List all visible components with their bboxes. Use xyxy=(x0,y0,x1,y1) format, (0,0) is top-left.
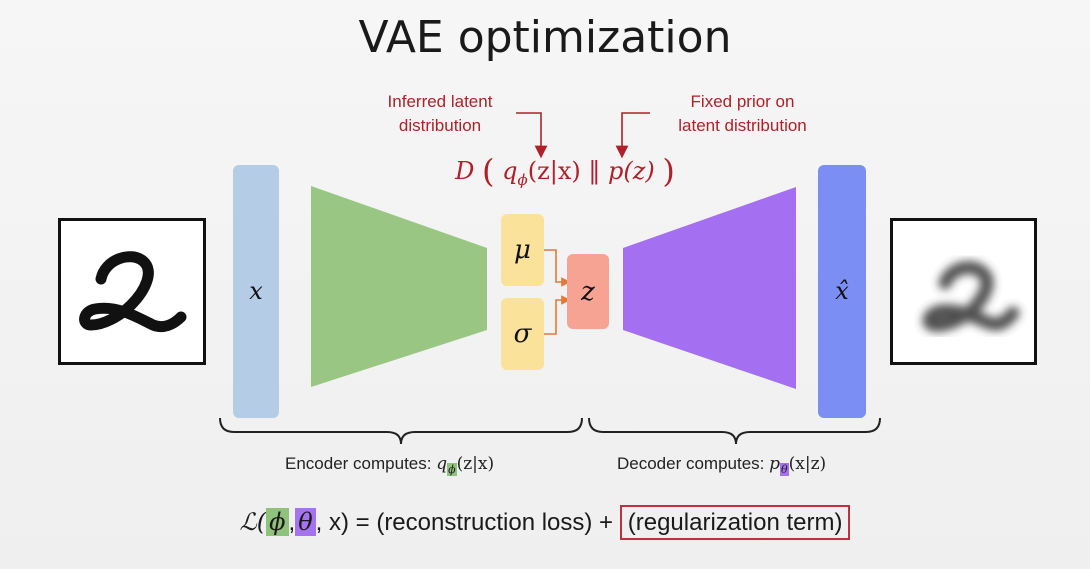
z-box: z xyxy=(567,254,609,329)
encoder-phi: ϕ xyxy=(447,463,457,477)
input-digit-image xyxy=(58,218,206,365)
kl-prior: p(z) xyxy=(608,157,655,185)
mu-to-z-connector xyxy=(544,249,571,287)
kl-close-paren: ) xyxy=(662,152,675,190)
decoder-p: p xyxy=(769,454,781,474)
input-digit-drawing xyxy=(79,251,187,333)
output-digit-drawing xyxy=(922,261,1020,332)
kl-divergence-symbol: D xyxy=(455,157,475,185)
sigma-to-z-connector xyxy=(544,295,571,335)
encoder-q: q xyxy=(436,454,448,474)
output-xhat-bar: x̂ xyxy=(818,165,866,418)
loss-equation: ℒ(ϕ, θ, x) = (reconstruction loss) + (reg… xyxy=(0,505,1090,540)
encoder-trapezoid xyxy=(311,186,487,387)
decoder-args: (x|z) xyxy=(788,454,827,474)
decoder-caption-prefix: Decoder computes: xyxy=(617,454,765,473)
mu-box: μ xyxy=(501,214,544,286)
output-digit-image xyxy=(890,218,1037,365)
decoder-theta: θ xyxy=(780,463,789,477)
decoder-caption: Decoder computes: pθ(x|z) xyxy=(617,454,827,477)
input-x-label: x xyxy=(249,277,263,305)
kl-open-paren: ( xyxy=(482,152,495,190)
input-x-bar: x xyxy=(233,165,279,418)
loss-L: ℒ( xyxy=(239,508,267,536)
encoder-brace xyxy=(219,417,583,445)
regularization-term-box: (regularization term) xyxy=(619,505,851,540)
encoder-caption: Encoder computes: qϕ(z|x) xyxy=(285,454,495,477)
sigma-label: σ xyxy=(513,319,532,349)
loss-rest: , x) = (reconstruction loss) + xyxy=(315,509,614,536)
mu-label: μ xyxy=(514,235,531,265)
z-label: z xyxy=(581,276,595,307)
encoder-caption-prefix: Encoder computes: xyxy=(285,454,432,473)
encoder-args: (z|x) xyxy=(456,454,495,474)
fixed-prior-arrow xyxy=(615,112,650,159)
loss-phi: ϕ xyxy=(266,508,289,536)
kl-phi-subscript: ϕ xyxy=(517,170,528,189)
kl-divergence-formula: D ( qϕ(z|x) ‖ p(z) ) xyxy=(400,152,730,190)
inferred-latent-arrow xyxy=(516,112,548,159)
sigma-box: σ xyxy=(501,298,544,370)
decoder-trapezoid xyxy=(623,187,796,389)
decoder-brace xyxy=(588,417,881,445)
kl-separator: ‖ xyxy=(588,157,601,185)
kl-q-symbol: q xyxy=(502,157,518,185)
kl-q-args: (z|x) xyxy=(527,157,581,185)
output-xhat-label: x̂ xyxy=(835,277,849,305)
loss-theta: θ xyxy=(295,508,316,536)
